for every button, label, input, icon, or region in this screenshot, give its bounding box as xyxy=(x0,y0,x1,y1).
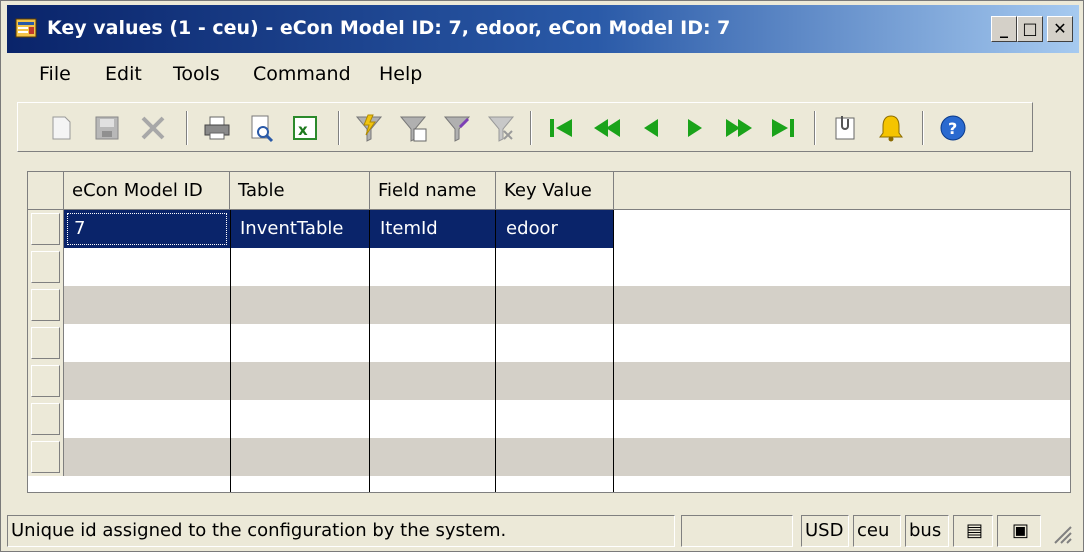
column-header-key-value[interactable]: Key Value xyxy=(496,172,614,210)
remove-filter-icon[interactable] xyxy=(486,113,516,143)
column-header-filler xyxy=(614,172,1070,210)
status-database-button[interactable]: ▣ xyxy=(997,515,1041,547)
alert-icon[interactable] xyxy=(876,113,906,143)
print-preview-icon[interactable] xyxy=(246,113,276,143)
advanced-filter-icon[interactable] xyxy=(442,113,472,143)
svg-text:x: x xyxy=(298,121,308,139)
cell-field-name[interactable]: ItemId xyxy=(370,210,496,248)
resize-grip-icon[interactable] xyxy=(1047,519,1073,545)
row-selector[interactable] xyxy=(28,286,64,324)
previous-page-icon[interactable] xyxy=(592,113,622,143)
menu-tools[interactable]: Tools xyxy=(173,63,220,85)
menu-command[interactable]: Command xyxy=(253,63,351,85)
row-selector[interactable] xyxy=(28,400,64,438)
grid-corner xyxy=(28,172,64,210)
filter-by-grid-icon[interactable] xyxy=(398,113,428,143)
document-handling-icon[interactable] xyxy=(830,113,860,143)
table-row[interactable] xyxy=(64,324,1070,362)
column-divider xyxy=(613,210,614,492)
app-form-icon xyxy=(15,18,37,38)
key-values-grid[interactable]: eCon Model ID Table Field name Key Value… xyxy=(27,171,1071,493)
row-selector[interactable] xyxy=(28,248,64,286)
toolbar-separator xyxy=(338,111,340,145)
maximize-button[interactable]: □ xyxy=(1017,16,1043,42)
menu-edit[interactable]: Edit xyxy=(105,63,142,85)
toolbar-separator xyxy=(530,111,532,145)
minimize-icon: _ xyxy=(1000,19,1008,38)
delete-icon[interactable] xyxy=(138,113,168,143)
status-company[interactable]: ceu xyxy=(853,515,901,547)
svg-text:?: ? xyxy=(948,119,957,138)
cell-econ-model-id[interactable]: 7 xyxy=(64,210,230,248)
toolbar-separator xyxy=(922,111,924,145)
toolbar: x ? xyxy=(17,102,1033,152)
table-row[interactable] xyxy=(64,476,1070,492)
database-icon: ▣ xyxy=(1011,520,1029,541)
column-header-table[interactable]: Table xyxy=(230,172,370,210)
toolbar-separator xyxy=(814,111,816,145)
table-row[interactable] xyxy=(64,400,1070,438)
row-selector[interactable] xyxy=(28,324,64,362)
column-divider xyxy=(369,210,370,492)
column-header-econ-model-id[interactable]: eCon Model ID xyxy=(64,172,230,210)
status-bar: Unique id assigned to the configuration … xyxy=(7,513,1079,549)
close-button[interactable]: ✕ xyxy=(1047,16,1073,42)
table-row[interactable] xyxy=(64,438,1070,476)
help-icon[interactable]: ? xyxy=(938,113,968,143)
export-excel-icon[interactable]: x xyxy=(290,113,320,143)
computer-icon: ▤ xyxy=(965,520,983,541)
next-record-icon[interactable] xyxy=(680,113,710,143)
status-layer[interactable]: bus xyxy=(905,515,949,547)
column-divider xyxy=(230,210,231,492)
table-row[interactable] xyxy=(64,248,1070,286)
first-record-icon[interactable] xyxy=(546,113,576,143)
toolbar-separator xyxy=(186,111,188,145)
table-row[interactable] xyxy=(64,362,1070,400)
filter-by-selection-icon[interactable] xyxy=(354,113,384,143)
maximize-icon: □ xyxy=(1022,19,1038,38)
column-header-field-name[interactable]: Field name xyxy=(370,172,496,210)
menu-bar: File Edit Tools Command Help xyxy=(7,59,1079,91)
minimize-button[interactable]: _ xyxy=(991,16,1017,42)
cell-table[interactable]: InventTable xyxy=(230,210,370,248)
new-icon[interactable] xyxy=(46,113,76,143)
last-record-icon[interactable] xyxy=(768,113,798,143)
status-blank xyxy=(681,515,793,547)
status-help-text: Unique id assigned to the configuration … xyxy=(7,515,675,547)
row-selector[interactable] xyxy=(28,210,64,248)
row-selector[interactable] xyxy=(28,438,64,476)
key-values-window: Key values (1 - ceu) - eCon Model ID: 7,… xyxy=(0,0,1084,552)
next-page-icon[interactable] xyxy=(724,113,754,143)
menu-file[interactable]: File xyxy=(39,63,71,85)
column-divider xyxy=(495,210,496,492)
cell-key-value[interactable]: edoor xyxy=(496,210,614,248)
title-bar[interactable]: Key values (1 - ceu) - eCon Model ID: 7,… xyxy=(7,5,1079,53)
status-session-button[interactable]: ▤ xyxy=(953,515,993,547)
status-currency[interactable]: USD xyxy=(801,515,849,547)
previous-record-icon[interactable] xyxy=(636,113,666,143)
window-title: Key values (1 - ceu) - eCon Model ID: 7,… xyxy=(47,17,731,39)
table-row[interactable] xyxy=(64,286,1070,324)
print-icon[interactable] xyxy=(202,113,232,143)
menu-help[interactable]: Help xyxy=(379,63,422,85)
save-icon[interactable] xyxy=(92,113,122,143)
close-icon: ✕ xyxy=(1053,19,1067,38)
row-selector[interactable] xyxy=(28,362,64,400)
